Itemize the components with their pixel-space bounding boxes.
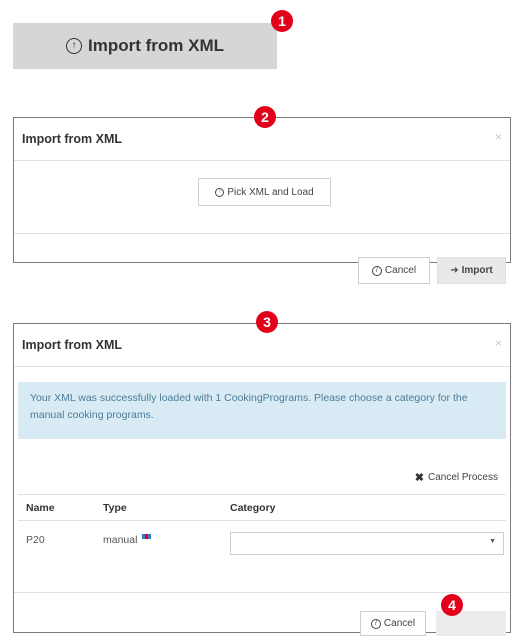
step-badge-1: 1 [271, 10, 293, 32]
dialog-title: Import from XML [22, 132, 122, 146]
cancel-button[interactable]: / Cancel [358, 257, 430, 284]
table-header-divider [18, 520, 506, 521]
cancel-label: Cancel [384, 265, 417, 276]
manual-program-icon [142, 534, 152, 539]
cancel-label: Cancel [383, 618, 416, 629]
category-select[interactable]: ▼ [230, 532, 504, 555]
import-from-xml-label: Import from XML [88, 36, 224, 55]
row-type-label: manual [103, 534, 138, 546]
column-header-name: Name [26, 502, 55, 514]
upload-circle-icon: ↑ [66, 38, 82, 54]
row-type-cell: manual [103, 534, 152, 546]
row-name-cell: P20 [26, 534, 45, 546]
pick-xml-button[interactable]: ↑ Pick XML and Load [198, 178, 331, 206]
times-icon: ✖ [414, 472, 424, 484]
column-header-category: Category [230, 502, 276, 514]
import-from-xml-button[interactable]: ↑ Import from XML [13, 23, 277, 69]
footer-divider [14, 592, 510, 593]
close-icon[interactable]: × [495, 336, 502, 350]
close-icon[interactable]: × [495, 130, 502, 144]
success-alert: Your XML was successfully loaded with 1 … [18, 382, 506, 439]
column-header-type: Type [103, 502, 127, 514]
pick-xml-label: Pick XML and Load [227, 186, 314, 198]
step-badge-4: 4 [441, 594, 463, 616]
step-badge-3: 3 [256, 311, 278, 333]
cancel-process-link[interactable]: ✖ Cancel Process [415, 471, 498, 484]
dialog-title: Import from XML [22, 338, 122, 352]
upload-circle-icon: ↑ [215, 187, 225, 197]
caret-down-icon: ▼ [489, 538, 496, 545]
footer-divider [14, 233, 510, 234]
import-label: Import [461, 265, 493, 276]
cancel-button[interactable]: / Cancel [360, 611, 426, 636]
cancel-process-label: Cancel Process [427, 472, 498, 483]
step-badge-2: 2 [254, 106, 276, 128]
ban-icon: / [370, 618, 381, 629]
import-button[interactable]: ➜ Import [437, 257, 506, 284]
import-dialog-initial: Import from XML × ↑ Pick XML and Load / … [13, 117, 511, 284]
arrow-right-icon: ➜ [450, 265, 459, 276]
table-top-divider [18, 494, 506, 495]
import-dialog-loaded: Import from XML × Your XML was successfu… [13, 323, 511, 636]
ban-icon: / [371, 265, 382, 276]
